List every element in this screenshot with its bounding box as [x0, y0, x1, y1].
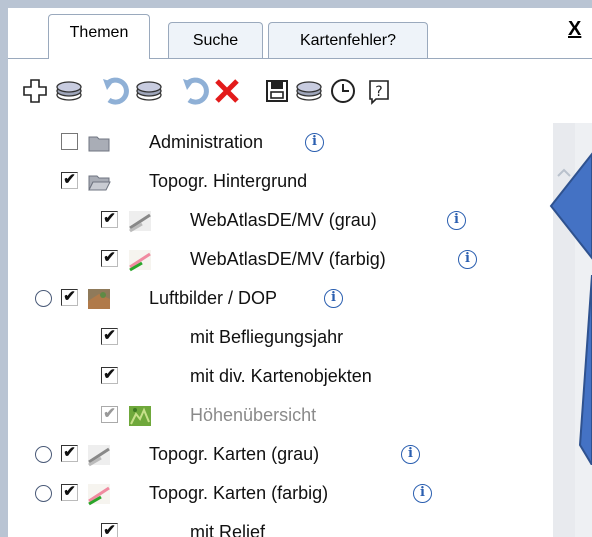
radio-button[interactable] [35, 446, 52, 463]
tree-item-befliegungsjahr: ✔ mit Befliegungsjahr [8, 323, 548, 355]
tree-item-label: mit div. Kartenobjekten [190, 366, 372, 386]
info-icon[interactable]: i [401, 445, 420, 464]
tree-item-label: Administration [149, 132, 264, 152]
help-icon[interactable]: ? [364, 76, 394, 106]
tree-item-relief: ✔ mit Relief [8, 518, 548, 537]
tree-item-label: Topogr. Hintergrund [149, 171, 308, 191]
tree-item-label: Höhenübersicht [190, 405, 317, 425]
map-grey-icon [87, 443, 111, 467]
tab-suche[interactable]: Suche [168, 22, 263, 58]
map-color-icon [87, 482, 111, 506]
checkbox[interactable]: ✔ [101, 406, 118, 423]
info-icon[interactable]: i [458, 250, 477, 269]
info-icon[interactable]: i [447, 211, 466, 230]
tab-themen[interactable]: Themen [48, 14, 150, 59]
tree-item-label: mit Befliegungsjahr [190, 327, 344, 347]
tab-strip: Themen Suche Kartenfehler? X [8, 8, 592, 59]
tree-item-luftbilder: ✔ Luftbilder / DOP i [8, 284, 548, 316]
svg-text:?: ? [375, 84, 382, 100]
tree-item-webatlas-grau: ✔ WebAtlasDE/MV (grau) i [8, 206, 548, 238]
tree-item-topogr-karten-grau: ✔ Topogr. Karten (grau) i [8, 440, 548, 472]
layers-icon[interactable] [54, 76, 84, 106]
layers-icon[interactable] [134, 76, 164, 106]
checkbox[interactable] [61, 133, 78, 150]
tree-item-label: WebAtlasDE/MV (farbig) [190, 249, 386, 269]
checkbox[interactable]: ✔ [61, 289, 78, 306]
tree-item-label: WebAtlasDE/MV (grau) [190, 210, 377, 230]
checkbox[interactable]: ✔ [101, 250, 118, 267]
delete-icon[interactable] [212, 76, 242, 106]
checkbox[interactable]: ✔ [101, 211, 118, 228]
tree-item-administration: Administration i [8, 128, 548, 160]
refresh-icon[interactable] [180, 76, 210, 106]
layer-panel: Themen Suche Kartenfehler? X ? Administr… [8, 8, 592, 537]
info-icon[interactable]: i [305, 133, 324, 152]
info-icon[interactable]: i [413, 484, 432, 503]
tree-item-label: Topogr. Karten (grau) [149, 444, 320, 464]
save-icon[interactable] [262, 76, 292, 106]
checkbox[interactable]: ✔ [61, 445, 78, 462]
toolbar: ? [8, 76, 568, 116]
tree-item-topogr-hintergrund: ✔ Topogr. Hintergrund [8, 167, 548, 199]
checkbox[interactable]: ✔ [61, 172, 78, 189]
radio-button[interactable] [35, 290, 52, 307]
tree-item-topogr-karten-farbig: ✔ Topogr. Karten (farbig) i [8, 479, 548, 511]
elevation-icon [128, 404, 152, 428]
pointer-arrow-shape-lower [578, 275, 592, 465]
tab-kartenfehler[interactable]: Kartenfehler? [268, 22, 428, 58]
checkbox[interactable]: ✔ [101, 523, 118, 537]
pointer-arrow-shape [549, 152, 592, 260]
checkbox[interactable]: ✔ [61, 484, 78, 501]
layers-icon[interactable] [294, 76, 324, 106]
refresh-icon[interactable] [100, 76, 130, 106]
checkbox[interactable]: ✔ [101, 367, 118, 384]
map-grey-icon [128, 209, 152, 233]
tree-item-kartenobjekten: ✔ mit div. Kartenobjekten [8, 362, 548, 394]
tree-item-label: mit Relief [190, 522, 266, 537]
folder-open-icon [87, 170, 111, 194]
tree-item-hoehenuebersicht: ✔ Höhenübersicht [8, 401, 548, 433]
clock-icon[interactable] [328, 76, 358, 106]
layer-tree: Administration i ✔ Topogr. Hintergrund ✔… [8, 123, 548, 537]
map-color-icon [128, 248, 152, 272]
checkbox[interactable]: ✔ [101, 328, 118, 345]
folder-icon [87, 131, 111, 155]
tree-item-label: Luftbilder / DOP [149, 288, 278, 308]
radio-button[interactable] [35, 485, 52, 502]
add-icon[interactable] [20, 76, 50, 106]
info-icon[interactable]: i [324, 289, 343, 308]
aerial-photo-icon [87, 287, 111, 311]
tree-item-webatlas-farbig: ✔ WebAtlasDE/MV (farbig) i [8, 245, 548, 277]
close-button[interactable]: X [568, 18, 581, 41]
tree-item-label: Topogr. Karten (farbig) [149, 483, 329, 503]
